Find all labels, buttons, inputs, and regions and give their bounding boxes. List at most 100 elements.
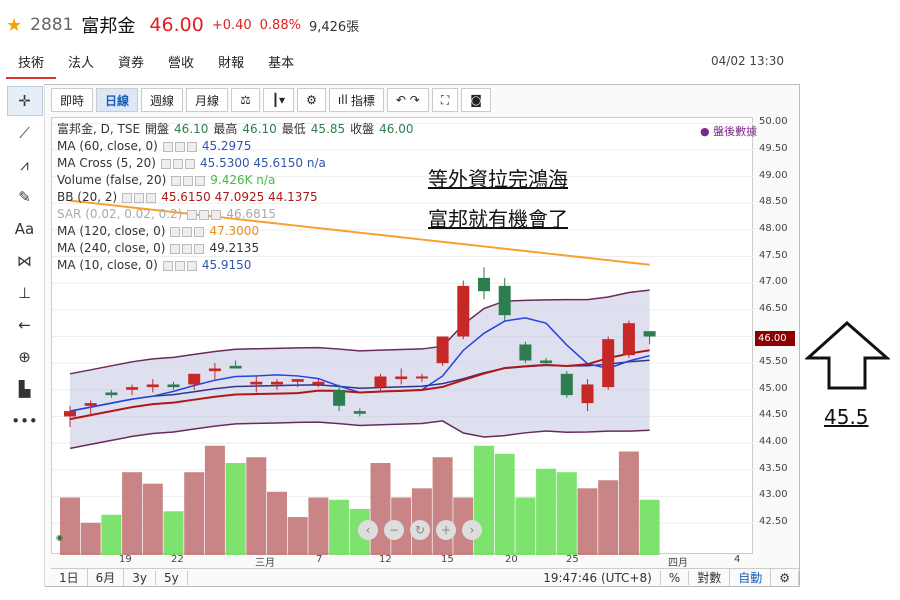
scroll-right-icon[interactable]: › — [462, 520, 482, 540]
trendline-icon[interactable]: ⟋ — [7, 118, 43, 148]
tab-margin[interactable]: 資券 — [106, 50, 156, 79]
candle-body — [250, 381, 263, 385]
range-bar: 1日 6月 3y 5y 19:47:46 (UTC+8) % 對數 自動 ⚙ — [51, 568, 799, 586]
legend-value: 9.426K n/a — [210, 173, 276, 187]
fullscreen-icon[interactable]: ⛶ — [431, 88, 459, 112]
candle-body — [229, 365, 242, 369]
volume-bar — [80, 522, 101, 555]
candle-body — [395, 376, 408, 380]
range-5y[interactable]: 5y — [156, 570, 188, 585]
log-toggle[interactable]: 對數 — [689, 569, 731, 586]
after-hours-link[interactable]: ● 盤後數據 — [700, 123, 757, 139]
legend-label: SAR (0.02, 0.02, 0.2) — [57, 207, 183, 221]
camera-icon[interactable]: ◙ — [461, 88, 491, 112]
legend-row[interactable]: BB (20, 2) 45.6150 47.0925 44.1375 — [57, 189, 414, 206]
candle-body — [374, 376, 387, 388]
zoom-out-icon[interactable]: − — [384, 520, 404, 540]
daily-button[interactable]: 日線 — [96, 88, 139, 112]
legend-label: MA (10, close, 0) — [57, 258, 158, 272]
price-change-pct: 0.88% — [259, 17, 301, 33]
legend-row[interactable]: Volume (false, 20) 9.426K n/a — [57, 172, 414, 189]
legend-row[interactable]: MA (10, close, 0) 45.9150 — [57, 257, 414, 274]
volume-bar — [122, 472, 143, 555]
candle-body — [519, 344, 532, 361]
volume-bar — [163, 511, 184, 555]
legend-label: BB (20, 2) — [57, 190, 118, 204]
candle-body — [291, 379, 304, 382]
intraday-button[interactable]: 即時 — [51, 88, 94, 112]
legend-value: 46.6815 — [226, 207, 276, 221]
scroll-left-icon[interactable]: ‹ — [358, 520, 378, 540]
legend-label: Volume (false, 20) — [57, 173, 167, 187]
x-tick-label: 19 — [119, 554, 132, 565]
volume-bar — [556, 472, 577, 555]
legend-value: 49.2135 — [209, 241, 260, 255]
legend-row[interactable]: SAR (0.02, 0.02, 0.2) 46.6815 — [57, 206, 414, 223]
candle-type-icon[interactable]: ┃▾ — [262, 88, 295, 112]
indicators-button[interactable]: ıll 指標 — [328, 88, 384, 112]
fib-icon[interactable]: ⩘ — [7, 150, 43, 180]
legend-row[interactable]: MA (240, close, 0) 49.2135 — [57, 240, 414, 257]
legend-label: MA Cross (5, 20) — [57, 156, 156, 170]
brush-icon[interactable]: ✎ — [7, 182, 43, 212]
close-label: 收盤 — [350, 122, 375, 136]
candle-body — [498, 285, 511, 316]
chart-toolbar: 即時 日線 週線 月線 ⚖ ┃▾ ⚙ ıll 指標 ↶ ↷ ⛶ ◙ — [51, 87, 491, 113]
candle-body — [333, 389, 346, 406]
legend-row[interactable]: MA Cross (5, 20) 45.5300 45.6150 n/a — [57, 155, 414, 172]
tab-financials[interactable]: 財報 — [206, 50, 256, 79]
legend-row[interactable]: MA (120, close, 0) 47.3000 — [57, 223, 414, 240]
candle-body — [146, 384, 159, 388]
x-tick-label: 12 — [379, 554, 392, 565]
monthly-button[interactable]: 月線 — [186, 88, 229, 112]
measure-icon[interactable]: ⊥ — [7, 278, 43, 308]
x-tick-label: 22 — [171, 554, 184, 565]
range-3y[interactable]: 3y — [124, 570, 157, 585]
reset-icon[interactable]: ↻ — [410, 520, 430, 540]
volume-bar — [246, 457, 267, 555]
weekly-button[interactable]: 週線 — [141, 88, 184, 112]
percent-toggle[interactable]: % — [659, 570, 690, 585]
candle-body — [312, 381, 325, 385]
crosshair-icon[interactable]: ✛ — [6, 86, 43, 116]
stock-code: 2881 — [30, 15, 74, 35]
low-label: 最低 — [281, 122, 306, 136]
x-tick-label: 三月 — [255, 558, 275, 569]
legend-controls — [171, 175, 206, 186]
auto-toggle[interactable]: 自動 — [730, 569, 772, 586]
volume-label: 9,426張 — [308, 19, 360, 35]
settings-icon[interactable]: ⚙ — [297, 88, 326, 112]
ruler-icon[interactable]: ▙ — [7, 374, 43, 404]
favorite-star-icon[interactable]: ★ — [6, 15, 22, 36]
tab-institutional[interactable]: 法人 — [56, 50, 106, 79]
tab-technical[interactable]: 技術 — [6, 50, 57, 79]
legend-row[interactable]: MA (60, close, 0) 45.2975 — [57, 138, 414, 155]
more-icon[interactable]: ••• — [7, 406, 43, 436]
time-axis[interactable]: 19 22 三月 7 12 15 20 25 四月 4 — [51, 554, 753, 569]
text-tool-icon[interactable]: Aa — [7, 214, 43, 244]
volume-bar — [308, 497, 329, 555]
axis-settings-icon[interactable]: ⚙ — [771, 570, 799, 585]
arrow-left-icon[interactable]: ← — [7, 310, 43, 340]
legend-controls — [122, 192, 157, 203]
range-1d[interactable]: 1日 — [51, 569, 88, 586]
tab-revenue[interactable]: 營收 — [156, 50, 206, 79]
legend-label: MA (60, close, 0) — [57, 139, 158, 153]
volume-bar — [60, 497, 80, 555]
compare-icon[interactable]: ⚖ — [231, 88, 260, 112]
zoom-icon[interactable]: ⊕ — [7, 342, 43, 372]
y-tick-label: 47.50 — [759, 249, 788, 261]
provider-logo: ◉ — [56, 533, 63, 542]
zoom-in-icon[interactable]: + — [436, 520, 456, 540]
volume-bar — [101, 514, 122, 555]
y-tick-label: 47.00 — [759, 276, 788, 288]
candle-body — [126, 387, 139, 390]
undo-redo-icon[interactable]: ↶ ↷ — [386, 88, 429, 112]
pattern-icon[interactable]: ⋈ — [7, 246, 43, 276]
annotation-line-2: 富邦就有機會了 — [428, 207, 568, 231]
tab-basic[interactable]: 基本 — [256, 50, 306, 79]
candle-body — [436, 336, 449, 364]
range-6m[interactable]: 6月 — [88, 569, 125, 586]
y-tick-label: 45.00 — [759, 382, 788, 394]
low-value: 45.85 — [310, 122, 346, 136]
